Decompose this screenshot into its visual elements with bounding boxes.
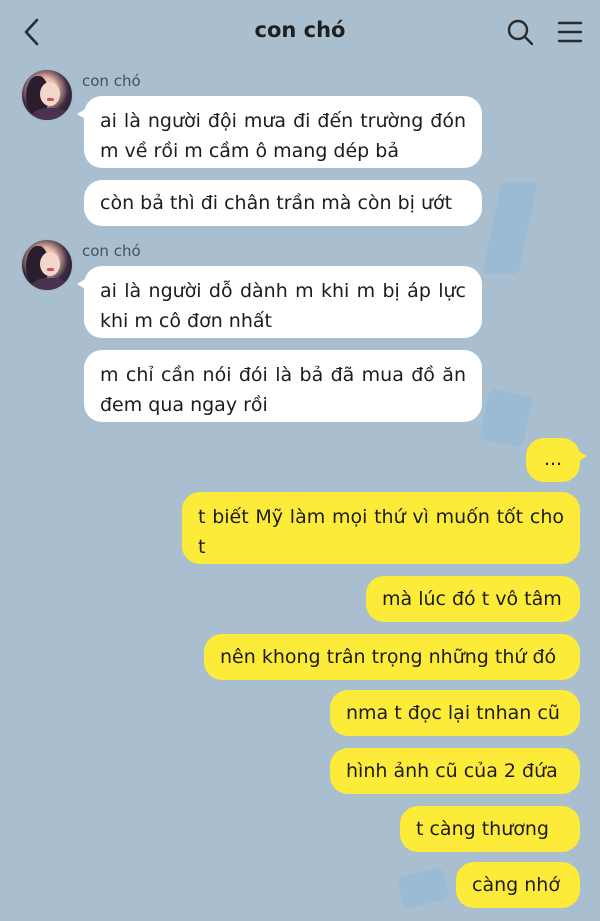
outgoing-message[interactable]: hình ảnh cũ của 2 đứa [330,748,580,794]
avatar[interactable] [22,240,72,290]
search-button[interactable] [502,14,538,50]
search-icon [507,19,534,46]
incoming-message[interactable]: ai là người đội mưa đi đến trường đón m … [77,96,482,168]
outgoing-message[interactable]: nên khong trân trọng những thứ đó [204,634,580,680]
background-decoration [479,387,533,449]
sender-name: con chó [82,72,141,90]
background-decoration [482,182,538,274]
chat-header: con chó [0,0,600,64]
incoming-message[interactable]: còn bả thì đi chân trần mà còn bị ướt [84,180,482,226]
incoming-message[interactable]: m chỉ cần nói đói là bả đã mua đồ ăn đem… [84,350,482,422]
outgoing-message[interactable]: càng nhớ [456,862,580,908]
incoming-message[interactable]: ai là người dỗ dành m khi m bị áp lực kh… [77,266,482,338]
avatar[interactable] [22,70,72,120]
outgoing-message[interactable]: t biết Mỹ làm mọi thứ vì muốn tốt cho t [182,492,580,564]
menu-button[interactable] [552,14,588,50]
outgoing-message[interactable]: mà lúc đó t vô tâm [366,576,580,622]
outgoing-message[interactable]: t càng thương [400,806,580,852]
background-decoration [396,866,450,910]
outgoing-message[interactable]: nma t đọc lại tnhan cũ [330,690,580,736]
outgoing-message[interactable]: ... [526,438,587,482]
sender-name: con chó [82,242,141,260]
menu-icon [557,21,583,43]
